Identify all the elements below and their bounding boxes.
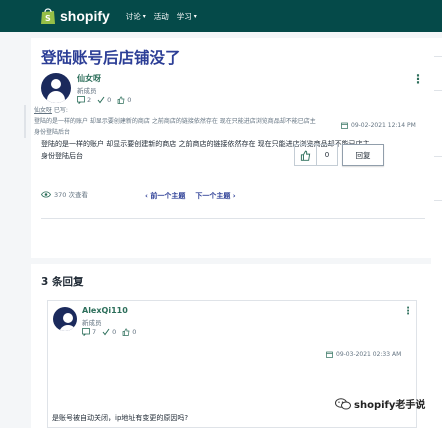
post-options-icon[interactable]: ⋮ <box>412 73 424 85</box>
divider <box>434 200 442 201</box>
chevron-down-icon: ▾ <box>142 12 146 20</box>
posts-count: 7 <box>92 328 97 336</box>
quote-line: 登陆的是一样的账户 却显示要创建新的商店 之前商店的链接依然存在 现在只能进店浏… <box>34 118 316 125</box>
avatar[interactable] <box>53 307 77 331</box>
quote-header: 仙女呀 已写: <box>34 105 344 116</box>
shopify-logo[interactable]: S shopify <box>40 7 110 25</box>
posts-stat: 7 <box>82 328 96 336</box>
next-topic-label: 下一个主题 <box>195 192 231 200</box>
quoted-post: 仙女呀 已写: 登陆的是一样的账户 却显示要创建新的商店 之前商店的链接依然存在… <box>24 105 344 138</box>
post-title: 登陆账号后店铺没了 <box>41 49 181 67</box>
reply-author-role: 新成员 <box>82 319 102 327</box>
svg-text:S: S <box>45 14 51 23</box>
post-date-text: 09-02-2021 12:14 PM <box>351 122 416 129</box>
right-rail <box>431 38 442 428</box>
kudo-icon-cell[interactable] <box>295 145 317 165</box>
watermark-text: shopify老手说 <box>354 400 426 411</box>
solutions-stat: 0 <box>97 96 111 104</box>
posts-stat: 2 <box>77 96 91 104</box>
reply-button[interactable]: 回复 <box>342 144 384 166</box>
shopify-bag-icon: S <box>41 8 55 24</box>
post-author[interactable]: 仙女呀 <box>77 73 101 84</box>
nav-discussion-label: 讨论 <box>125 11 141 21</box>
calendar-icon <box>326 351 333 358</box>
quote-author-link[interactable]: 仙女呀 <box>34 107 52 114</box>
kudos-stat: 0 <box>117 96 131 104</box>
nav-learn-label: 学习 <box>176 11 192 21</box>
solutions-count: 0 <box>107 96 112 104</box>
nav-learn[interactable]: 学习 ▾ <box>177 11 197 22</box>
main-nav: 讨论 ▾ 活动 学习 ▾ <box>126 11 197 22</box>
thumbs-up-icon <box>117 96 125 104</box>
eye-icon <box>41 190 51 198</box>
kudo-count: 0 <box>324 151 330 159</box>
divider <box>434 90 442 91</box>
brand-name: shopify <box>60 8 110 24</box>
next-topic-link[interactable]: 下一个主题 › <box>195 191 235 201</box>
replies-heading: 3 条回复 <box>41 276 84 288</box>
views-text: 370 次查看 <box>54 191 88 199</box>
kudos-stat: 0 <box>122 328 136 336</box>
prev-topic-label: 前一个主题 <box>150 192 186 200</box>
solutions-stat: 0 <box>102 328 116 336</box>
nav-events-label: 活动 <box>153 11 169 21</box>
reply-date: 09-03-2021 02:33 AM <box>326 351 401 358</box>
kudo-button[interactable]: 0 <box>294 144 338 166</box>
solutions-count: 0 <box>112 328 117 336</box>
watermark: shopify老手说 <box>335 396 425 411</box>
nav-discussion[interactable]: 讨论 ▾ <box>126 11 146 22</box>
views-count: 370 次查看 <box>41 189 88 199</box>
kudos-count: 0 <box>127 96 132 104</box>
reply-options-icon[interactable]: ⋮ <box>403 307 413 317</box>
chevron-right-icon: › <box>230 192 236 200</box>
posts-count: 2 <box>87 96 92 104</box>
topic-pager: ‹ 前一个主题 下一个主题 › <box>145 191 236 201</box>
quote-line: 身份登陆后台 <box>34 129 71 136</box>
post-author-role: 新成员 <box>77 87 97 95</box>
thumbs-up-icon <box>300 150 311 161</box>
chevron-down-icon: ▾ <box>193 12 197 20</box>
kudos-count: 0 <box>132 328 137 336</box>
divider <box>434 156 442 157</box>
avatar[interactable] <box>41 73 71 103</box>
thumbs-up-icon <box>122 328 130 336</box>
post-author-stats: 2 0 0 <box>77 96 131 104</box>
reply-author-stats: 7 0 0 <box>82 328 136 336</box>
checkmark-icon <box>97 96 105 104</box>
divider <box>41 218 425 219</box>
message-icon <box>77 96 85 104</box>
post-date: 09-02-2021 12:14 PM <box>341 122 416 129</box>
wechat-icon <box>335 397 351 409</box>
prev-topic-link[interactable]: ‹ 前一个主题 <box>145 191 185 201</box>
reply-body: 是账号被自动关闭，ip地址有变更的原因吗? <box>52 414 189 422</box>
top-navigation-bar: S shopify 讨论 ▾ 活动 学习 ▾ <box>0 0 442 32</box>
quote-suffix: 已写: <box>52 107 68 114</box>
reply-date-text: 09-03-2021 02:33 AM <box>336 351 402 358</box>
divider <box>434 56 442 57</box>
reply-author[interactable]: AlexQi110 <box>82 306 128 315</box>
checkmark-icon <box>102 328 110 336</box>
nav-events[interactable]: 活动 <box>154 11 169 22</box>
message-icon <box>82 328 90 336</box>
